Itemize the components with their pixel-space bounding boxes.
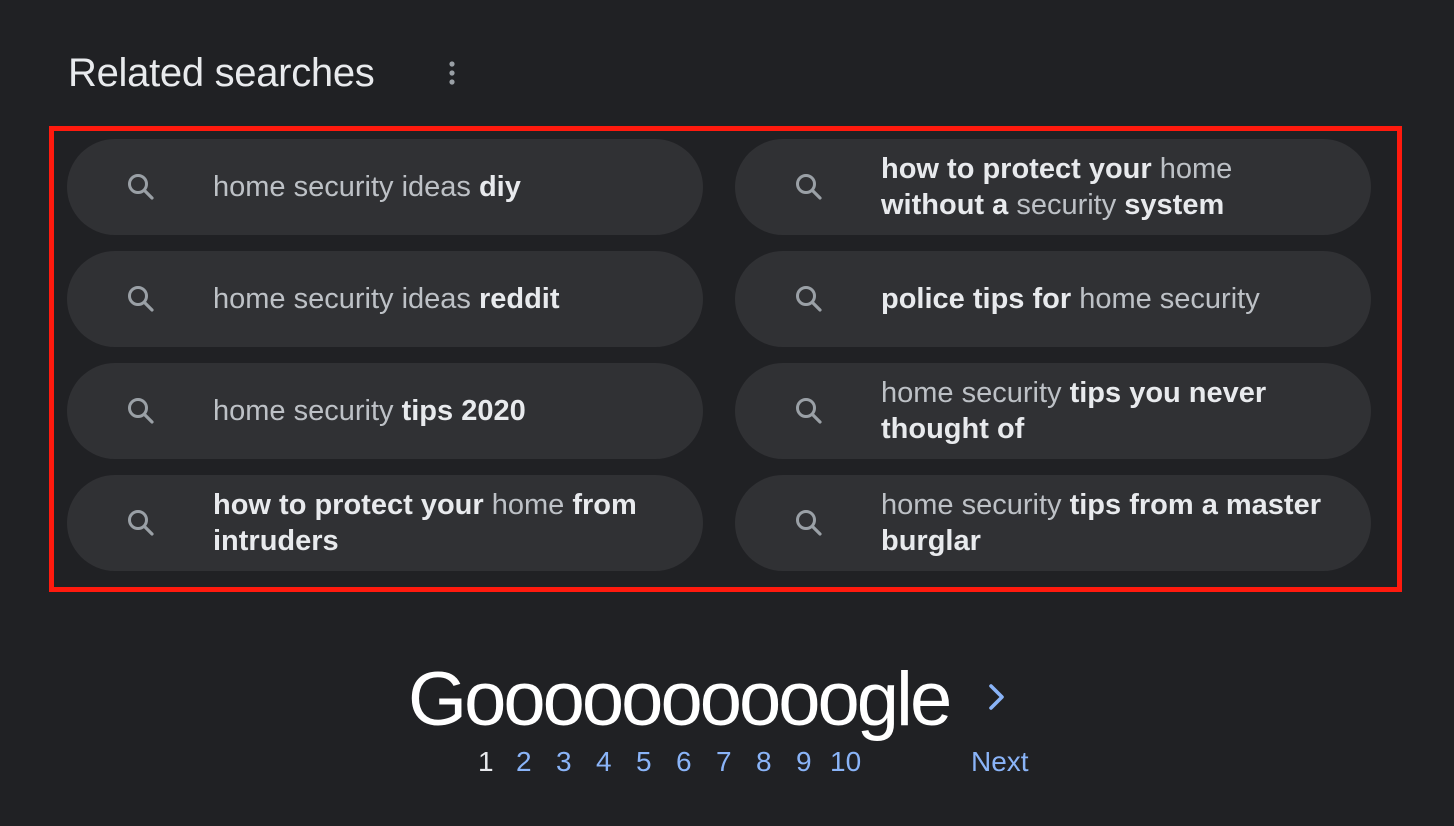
search-icon <box>123 169 159 205</box>
plain-term: home security ideas <box>213 171 479 203</box>
plain-term: home security <box>881 489 1070 521</box>
page-5[interactable]: 5 <box>636 744 652 780</box>
page-7[interactable]: 7 <box>716 744 732 780</box>
related-search-chip[interactable]: home security tips 2020 <box>67 363 703 459</box>
page-6[interactable]: 6 <box>676 744 692 780</box>
page-3[interactable]: 3 <box>556 744 572 780</box>
related-search-chip[interactable]: home security ideas reddit <box>67 251 703 347</box>
plain-term: security <box>1008 189 1125 221</box>
page-1: 1 <box>478 746 494 777</box>
plain-term: home <box>483 489 573 521</box>
related-search-chip[interactable]: how to protect your home from intruders <box>67 475 703 571</box>
bold-term: without a <box>881 189 1009 221</box>
bold-term: police tips for <box>881 283 1072 315</box>
page-4[interactable]: 4 <box>596 744 612 780</box>
related-search-label: home security ideas reddit <box>213 251 653 347</box>
plain-term: home security ideas <box>213 283 479 315</box>
page-9[interactable]: 9 <box>796 744 812 780</box>
chevron-right-icon[interactable] <box>982 680 1012 714</box>
search-icon <box>791 281 827 317</box>
search-icon <box>123 505 159 541</box>
plain-term: home security <box>213 395 402 427</box>
bold-term: system <box>1124 189 1225 221</box>
next-link[interactable]: Next <box>971 744 1029 780</box>
related-search-label: home security tips 2020 <box>213 363 653 459</box>
page-8[interactable]: 8 <box>756 744 772 780</box>
related-search-label: home security tips from a master burglar <box>881 475 1321 571</box>
bold-term: how to protect your <box>881 153 1152 185</box>
plain-term: home security <box>1071 283 1260 315</box>
page-10[interactable]: 10 <box>830 744 861 780</box>
search-icon <box>791 393 827 429</box>
related-search-chip[interactable]: home security ideas diy <box>67 139 703 235</box>
search-icon <box>123 393 159 429</box>
google-logo: Goooooooooogle <box>408 657 952 742</box>
related-search-label: home security ideas diy <box>213 139 653 235</box>
pagination: Goooooooooogle 1 2 3 4 5 6 7 8 9 10 Next <box>0 660 1454 800</box>
plain-term: home security <box>881 377 1070 409</box>
bold-term: reddit <box>478 283 560 315</box>
related-search-label: how to protect your home from intruders <box>213 475 653 571</box>
bold-term: how to protect your <box>213 489 484 521</box>
bold-term: diy <box>478 171 521 203</box>
related-search-chip[interactable]: police tips for home security <box>735 251 1371 347</box>
page-2[interactable]: 2 <box>516 744 532 780</box>
related-search-label: home security tips you never thought of <box>881 363 1321 459</box>
search-icon <box>791 169 827 205</box>
plain-term: home <box>1151 153 1233 185</box>
search-icon <box>123 281 159 317</box>
related-search-chip[interactable]: how to protect your home without a secur… <box>735 139 1371 235</box>
related-search-label: police tips for home security <box>881 251 1321 347</box>
related-searches-header: Related searches <box>68 48 375 98</box>
related-search-label: how to protect your home without a secur… <box>881 139 1321 235</box>
related-searches-title: Related searches <box>68 50 375 95</box>
related-search-chip[interactable]: home security tips from a master burglar <box>735 475 1371 571</box>
bold-term: tips 2020 <box>401 395 526 427</box>
related-search-chip[interactable]: home security tips you never thought of <box>735 363 1371 459</box>
vertical-dots-icon[interactable] <box>443 58 461 88</box>
search-icon <box>791 505 827 541</box>
